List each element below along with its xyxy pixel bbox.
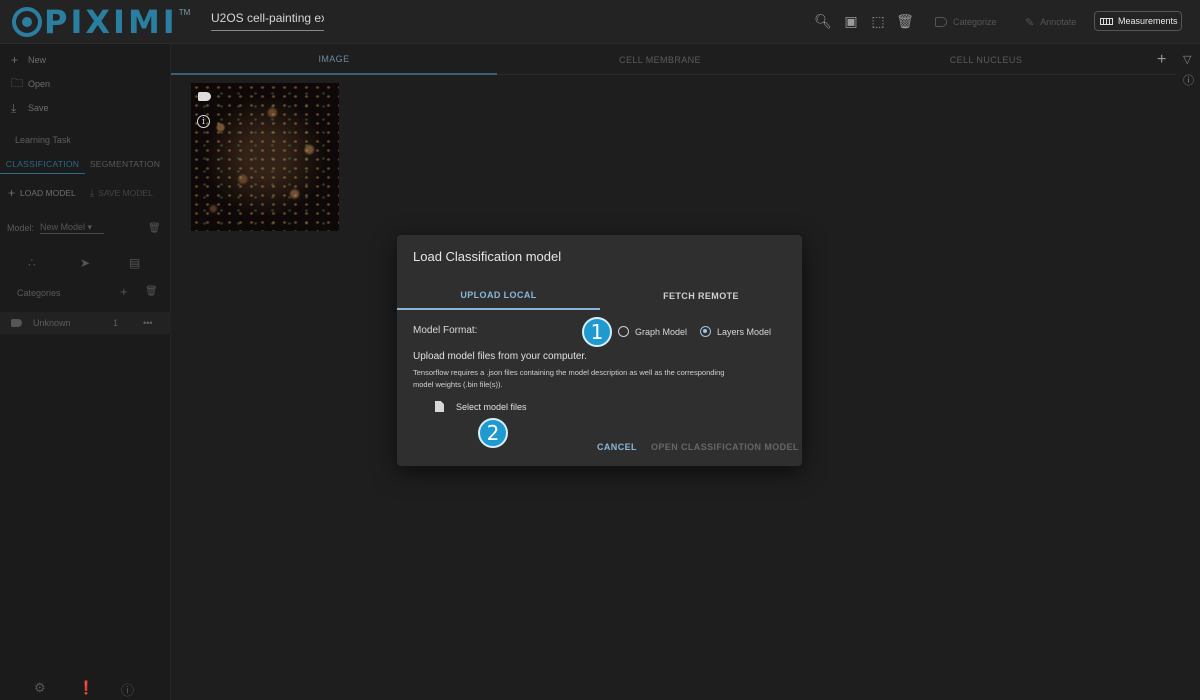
tab-fetch-remote[interactable]: FETCH REMOTE [600,281,802,310]
graph-model-label: Graph Model [635,326,688,337]
model-format-label: Model Format: [413,325,478,336]
open-classification-model-button[interactable]: OPEN CLASSIFICATION MODEL [651,442,799,452]
app-root: PIXIMI TM U2OS cell-painting expe 🔍︎ ▣ ⬚… [0,0,1200,700]
load-classification-model-dialog: Load Classification model UPLOAD LOCAL F… [397,235,802,466]
tab-upload-local[interactable]: UPLOAD LOCAL [397,281,600,310]
layers-model-label: Layers Model [717,326,772,337]
dialog-tabs: UPLOAD LOCAL FETCH REMOTE [397,281,802,310]
dialog-title: Load Classification model [413,249,562,264]
dialog-actions: CANCEL OPEN CLASSIFICATION MODEL [397,442,802,456]
step-marker-1: 1 [582,317,612,347]
cancel-button[interactable]: CANCEL [597,442,637,452]
upload-title: Upload model files from your computer. [413,351,587,362]
file-icon [435,401,444,412]
radio-icon [618,326,629,337]
layers-model-radio[interactable]: Layers Model [700,326,771,337]
graph-model-radio[interactable]: Graph Model [618,326,687,337]
upload-description: Tensorflow requires a .json files contai… [413,368,725,389]
select-model-files-button[interactable]: Select model files [435,401,527,412]
radio-checked-icon [700,326,711,337]
step-marker-2: 2 [478,418,508,448]
select-files-label: Select model files [456,401,527,412]
